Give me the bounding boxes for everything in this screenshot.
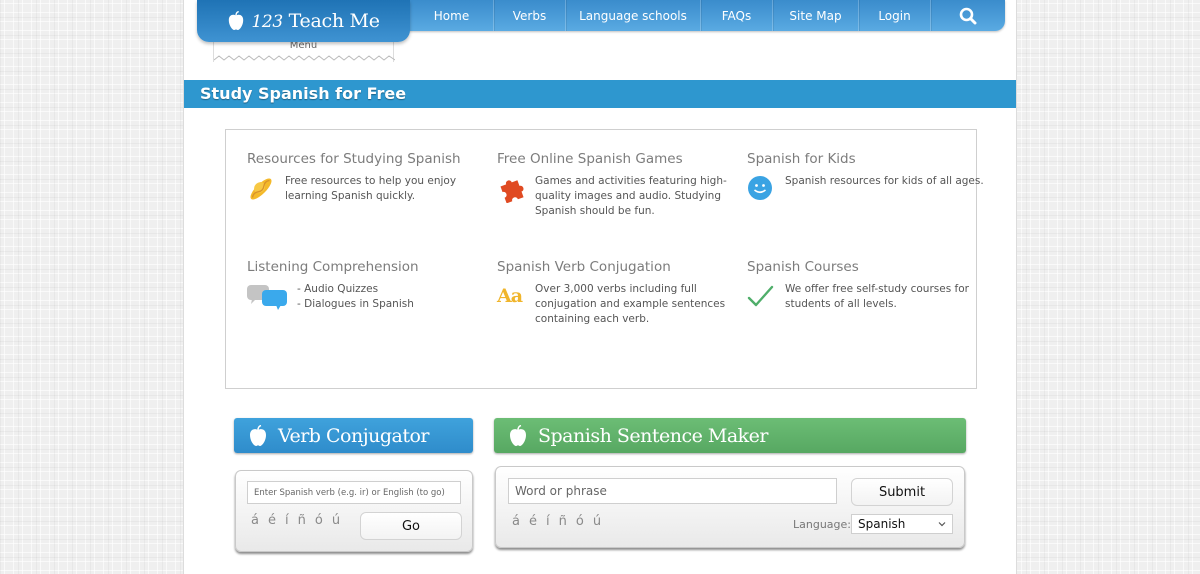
puzzle-piece-icon <box>500 180 524 204</box>
search-icon <box>959 7 977 24</box>
verb-conjugator-form: á é í ñ ó ú Go <box>235 470 473 552</box>
accent-o-button[interactable]: ó <box>315 513 323 528</box>
feature-games: Free Online Spanish Games Games and acti… <box>497 151 737 219</box>
sombrero-icon <box>250 178 272 200</box>
logo-name: Teach Me <box>288 10 380 32</box>
nav-verbs[interactable]: Verbs <box>494 0 566 31</box>
logo-text: 123 Teach Me <box>251 10 380 32</box>
feature-description: Spanish resources for kids of all ages. <box>785 175 984 187</box>
feature-line-audio-quizzes: - Audio Quizzes <box>297 283 379 295</box>
feature-description: Free resources to help you enjoy learnin… <box>285 175 457 202</box>
feature-title[interactable]: Free Online Spanish Games <box>497 151 737 167</box>
page-container: 123 Teach Me Menu Home Verbs Language sc… <box>183 0 1017 574</box>
main-nav: Home Verbs Language schools FAQs Site Ma… <box>384 0 1005 31</box>
sentence-maker-form: Submit á é í ñ ó ú Language: Spanish <box>495 466 965 548</box>
accent-e-button[interactable]: é <box>268 513 276 528</box>
verb-conjugator-header: Verb Conjugator <box>234 418 473 453</box>
feature-resources: Resources for Studying Spanish Free reso… <box>247 151 487 207</box>
feature-kids: Spanish for Kids Spanish resources for k… <box>747 151 987 207</box>
sentence-maker-title: Spanish Sentence Maker <box>538 424 769 447</box>
accent-buttons: á é í ñ ó ú <box>512 514 601 529</box>
nav-home[interactable]: Home <box>410 0 494 31</box>
apple-icon <box>250 424 266 446</box>
feature-listening: Listening Comprehension - Audio Quizzes … <box>247 259 487 315</box>
logo-number: 123 <box>251 12 283 32</box>
submit-button[interactable]: Submit <box>851 478 953 506</box>
apple-icon <box>229 11 244 30</box>
search-button[interactable] <box>931 0 1005 31</box>
checkmark-icon <box>747 285 774 307</box>
zigzag-divider <box>214 55 395 61</box>
text-aa-icon: Aa <box>497 285 523 307</box>
accent-o-button[interactable]: ó <box>576 514 584 529</box>
nav-login[interactable]: Login <box>859 0 931 31</box>
word-or-phrase-input[interactable] <box>508 478 837 504</box>
feature-description: Over 3,000 verbs including full conjugat… <box>535 283 726 325</box>
accent-n-button[interactable]: ñ <box>559 514 567 529</box>
feature-verb-conjugation: Spanish Verb Conjugation Aa Over 3,000 v… <box>497 259 737 327</box>
accent-n-button[interactable]: ñ <box>298 513 306 528</box>
smiley-face-icon <box>748 176 772 200</box>
accent-e-button[interactable]: é <box>529 514 537 529</box>
accent-u-button[interactable]: ú <box>593 514 601 529</box>
feature-line-dialogues: - Dialogues in Spanish <box>297 298 414 310</box>
verb-search-input[interactable] <box>247 481 461 504</box>
accent-buttons: á é í ñ ó ú <box>251 513 340 528</box>
logo-link[interactable]: 123 Teach Me <box>197 0 410 42</box>
features-panel: Resources for Studying Spanish Free reso… <box>225 129 984 389</box>
language-selected-value: Spanish <box>858 517 906 531</box>
feature-title[interactable]: Spanish for Kids <box>747 151 987 167</box>
feature-description: Games and activities featuring high-qual… <box>535 175 727 217</box>
apple-icon <box>510 424 526 446</box>
language-select[interactable]: Spanish <box>851 514 953 534</box>
accent-u-button[interactable]: ú <box>332 513 340 528</box>
speech-bubbles-icon <box>247 285 287 310</box>
feature-title[interactable]: Spanish Verb Conjugation <box>497 259 737 275</box>
feature-courses: Spanish Courses We offer free self-study… <box>747 259 987 315</box>
feature-title[interactable]: Resources for Studying Spanish <box>247 151 487 167</box>
nav-language-schools[interactable]: Language schools <box>566 0 701 31</box>
accent-a-button[interactable]: á <box>512 514 520 529</box>
feature-title[interactable]: Listening Comprehension <box>247 259 487 275</box>
feature-description: - Audio Quizzes - Dialogues in Spanish <box>297 282 414 315</box>
chevron-down-icon <box>938 522 946 527</box>
feature-description: We offer free self-study courses for stu… <box>785 283 969 310</box>
go-button[interactable]: Go <box>360 512 462 540</box>
language-label: Language: <box>793 518 851 531</box>
nav-site-map[interactable]: Site Map <box>773 0 859 31</box>
accent-i-button[interactable]: í <box>546 514 550 529</box>
nav-faqs[interactable]: FAQs <box>701 0 773 31</box>
accent-i-button[interactable]: í <box>285 513 289 528</box>
sentence-maker-header: Spanish Sentence Maker <box>494 418 966 453</box>
accent-a-button[interactable]: á <box>251 513 259 528</box>
feature-title[interactable]: Spanish Courses <box>747 259 987 275</box>
verb-conjugator-title: Verb Conjugator <box>278 424 430 447</box>
page-title: Study Spanish for Free <box>184 80 1016 108</box>
